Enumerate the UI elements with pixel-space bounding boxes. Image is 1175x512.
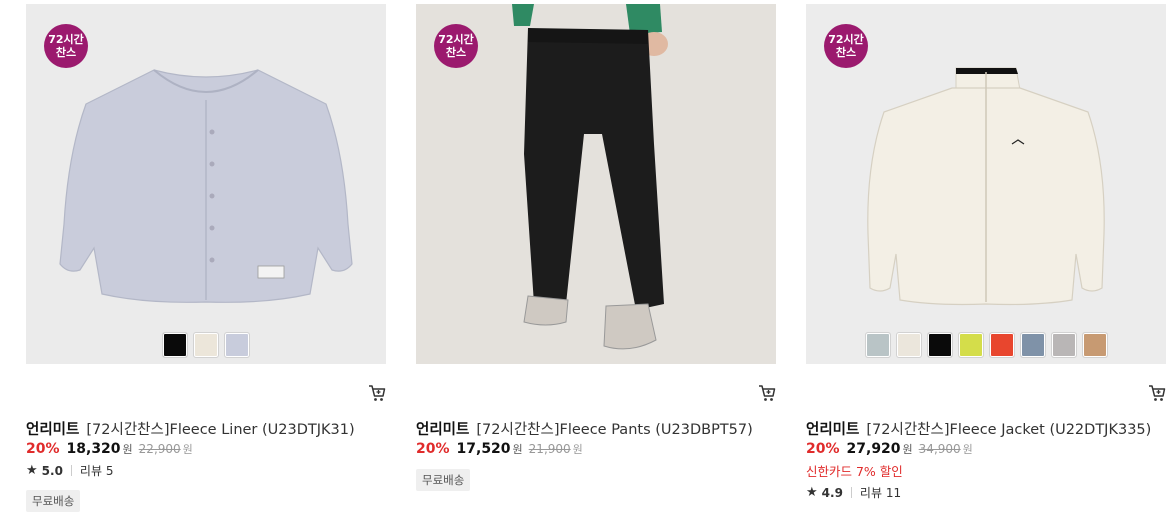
72h-chance-badge: 72시간 찬스 bbox=[44, 24, 88, 68]
free-shipping-tag: 무료배송 bbox=[26, 490, 81, 512]
original-price: 34,900 bbox=[918, 442, 961, 456]
review-count: 리뷰 5 bbox=[79, 464, 114, 478]
color-swatch[interactable] bbox=[926, 332, 953, 358]
rating-row: ★ 5.0 리뷰 5 bbox=[26, 462, 113, 479]
currency-unit: 원 bbox=[122, 443, 133, 456]
sale-price: 27,920 bbox=[846, 441, 901, 457]
discount-rate: 20% bbox=[26, 441, 60, 457]
currency-unit: 원 bbox=[902, 443, 913, 456]
discount-rate: 20% bbox=[416, 441, 450, 457]
card-promo-text: 신한카드 7% 할인 bbox=[806, 464, 903, 479]
cart-icon[interactable] bbox=[1148, 384, 1166, 402]
brand-name: 언리미트 bbox=[806, 422, 860, 438]
product-card[interactable]: 72시간 찬스 언리미트 [72시간찬스]Fleece Pants (U23DBP… bbox=[416, 0, 776, 508]
product-card[interactable]: 72시간 찬스 언리미트 [72시간찬스]Fleece Liner (U23DTJ… bbox=[26, 0, 386, 512]
divider bbox=[850, 487, 852, 498]
rating-row: ★ 4.9 리뷰 11 bbox=[806, 484, 901, 501]
color-swatch[interactable] bbox=[1019, 332, 1046, 358]
brand-name: 언리미트 bbox=[26, 422, 80, 438]
color-swatch[interactable] bbox=[864, 332, 891, 358]
product-title[interactable]: 언리미트 [72시간찬스]Fleece Jacket (U22DTJK335) bbox=[806, 418, 1151, 439]
rating-score: 4.9 bbox=[821, 485, 843, 500]
color-swatch[interactable] bbox=[1081, 332, 1108, 358]
color-swatch[interactable] bbox=[162, 332, 188, 358]
price-row: 20% 18,320 원 22,900 원 bbox=[26, 441, 193, 457]
discount-rate: 20% bbox=[806, 441, 840, 457]
divider bbox=[70, 465, 72, 476]
currency-unit: 원 bbox=[512, 443, 523, 456]
color-swatch[interactable] bbox=[224, 332, 250, 358]
sale-price: 18,320 bbox=[66, 441, 121, 457]
product-image[interactable]: 72시간 찬스 bbox=[26, 4, 386, 364]
cart-icon[interactable] bbox=[758, 384, 776, 402]
color-swatches bbox=[806, 332, 1166, 358]
color-swatch[interactable] bbox=[1050, 332, 1077, 358]
badge-line1: 72시간 bbox=[828, 33, 864, 46]
cart-icon[interactable] bbox=[368, 384, 386, 402]
rating-score: 5.0 bbox=[41, 463, 63, 478]
color-swatch[interactable] bbox=[988, 332, 1015, 358]
free-shipping-tag: 무료배송 bbox=[416, 469, 471, 491]
product-image[interactable]: 72시간 찬스 bbox=[806, 4, 1166, 364]
star-icon: ★ bbox=[806, 485, 818, 500]
currency-unit: 원 bbox=[962, 443, 973, 456]
brand-name: 언리미트 bbox=[416, 422, 470, 438]
badge-line2: 찬스 bbox=[445, 46, 467, 59]
color-swatches bbox=[26, 332, 386, 358]
sale-price: 17,520 bbox=[456, 441, 511, 457]
color-swatch[interactable] bbox=[193, 332, 219, 358]
currency-unit: 원 bbox=[572, 443, 583, 456]
product-image[interactable]: 72시간 찬스 bbox=[416, 4, 776, 364]
product-name: [72시간찬스]Fleece Jacket (U22DTJK335) bbox=[866, 422, 1152, 438]
color-swatch[interactable] bbox=[957, 332, 984, 358]
badge-line2: 찬스 bbox=[55, 46, 77, 59]
original-price: 21,900 bbox=[528, 442, 571, 456]
star-icon: ★ bbox=[26, 463, 38, 478]
price-row: 20% 17,520 원 21,900 원 bbox=[416, 441, 583, 457]
product-card[interactable]: 72시간 찬스 언리미트 [72시간찬스]Fleece Jacket (U22DT… bbox=[806, 0, 1166, 508]
price-row: 20% 27,920 원 34,900 원 bbox=[806, 441, 973, 457]
72h-chance-badge: 72시간 찬스 bbox=[434, 24, 478, 68]
product-name: [72시간찬스]Fleece Pants (U23DBPT57) bbox=[476, 422, 753, 438]
original-price: 22,900 bbox=[138, 442, 181, 456]
color-swatch[interactable] bbox=[895, 332, 922, 358]
product-title[interactable]: 언리미트 [72시간찬스]Fleece Liner (U23DTJK31) bbox=[26, 418, 355, 439]
badge-line1: 72시간 bbox=[438, 33, 474, 46]
72h-chance-badge: 72시간 찬스 bbox=[824, 24, 868, 68]
currency-unit: 원 bbox=[182, 443, 193, 456]
badge-line1: 72시간 bbox=[48, 33, 84, 46]
badge-line2: 찬스 bbox=[835, 46, 857, 59]
product-title[interactable]: 언리미트 [72시간찬스]Fleece Pants (U23DBPT57) bbox=[416, 418, 753, 439]
review-count: 리뷰 11 bbox=[859, 486, 902, 500]
product-name: [72시간찬스]Fleece Liner (U23DTJK31) bbox=[86, 422, 355, 438]
